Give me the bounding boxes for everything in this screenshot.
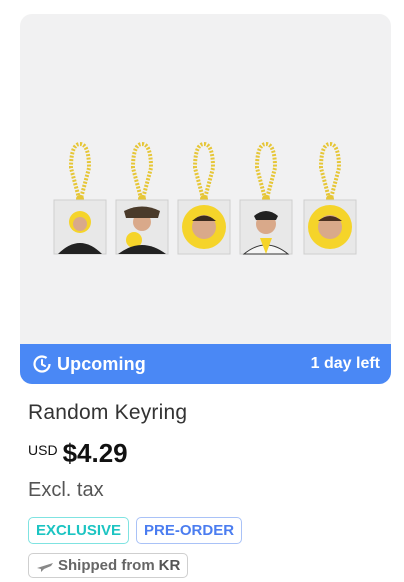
time-left: 1 day left — [310, 355, 380, 372]
price-row: USD $4.29 — [28, 438, 391, 469]
keyring-2 — [115, 141, 169, 255]
keyring-4 — [239, 141, 293, 255]
product-card[interactable]: Upcoming 1 day left Random Keyring USD $… — [20, 14, 391, 578]
clock-icon — [32, 354, 52, 374]
preorder-badge: PRE-ORDER — [136, 517, 243, 544]
keyring-3 — [177, 141, 231, 255]
shipping-badge: Shipped from KR — [28, 553, 189, 578]
keyring-5 — [303, 141, 357, 255]
status-label: Upcoming — [57, 353, 146, 374]
tax-note: Excl. tax — [28, 479, 104, 501]
status-left: Upcoming — [32, 354, 146, 375]
price: $4.29 — [62, 438, 128, 468]
shipping-origin: KR — [158, 557, 181, 574]
badge-list: EXCLUSIVE PRE-ORDER — [28, 517, 391, 544]
product-title[interactable]: Random Keyring — [28, 401, 391, 425]
status-bar: Upcoming 1 day left — [20, 344, 391, 384]
keyring-1 — [53, 141, 107, 255]
shipping-prefix: Shipped from — [58, 557, 155, 574]
currency-label: USD — [28, 442, 58, 458]
airplane-icon — [36, 559, 54, 573]
exclusive-badge: EXCLUSIVE — [28, 517, 130, 544]
product-image-box[interactable]: Upcoming 1 day left — [20, 14, 391, 384]
product-image — [53, 141, 357, 255]
